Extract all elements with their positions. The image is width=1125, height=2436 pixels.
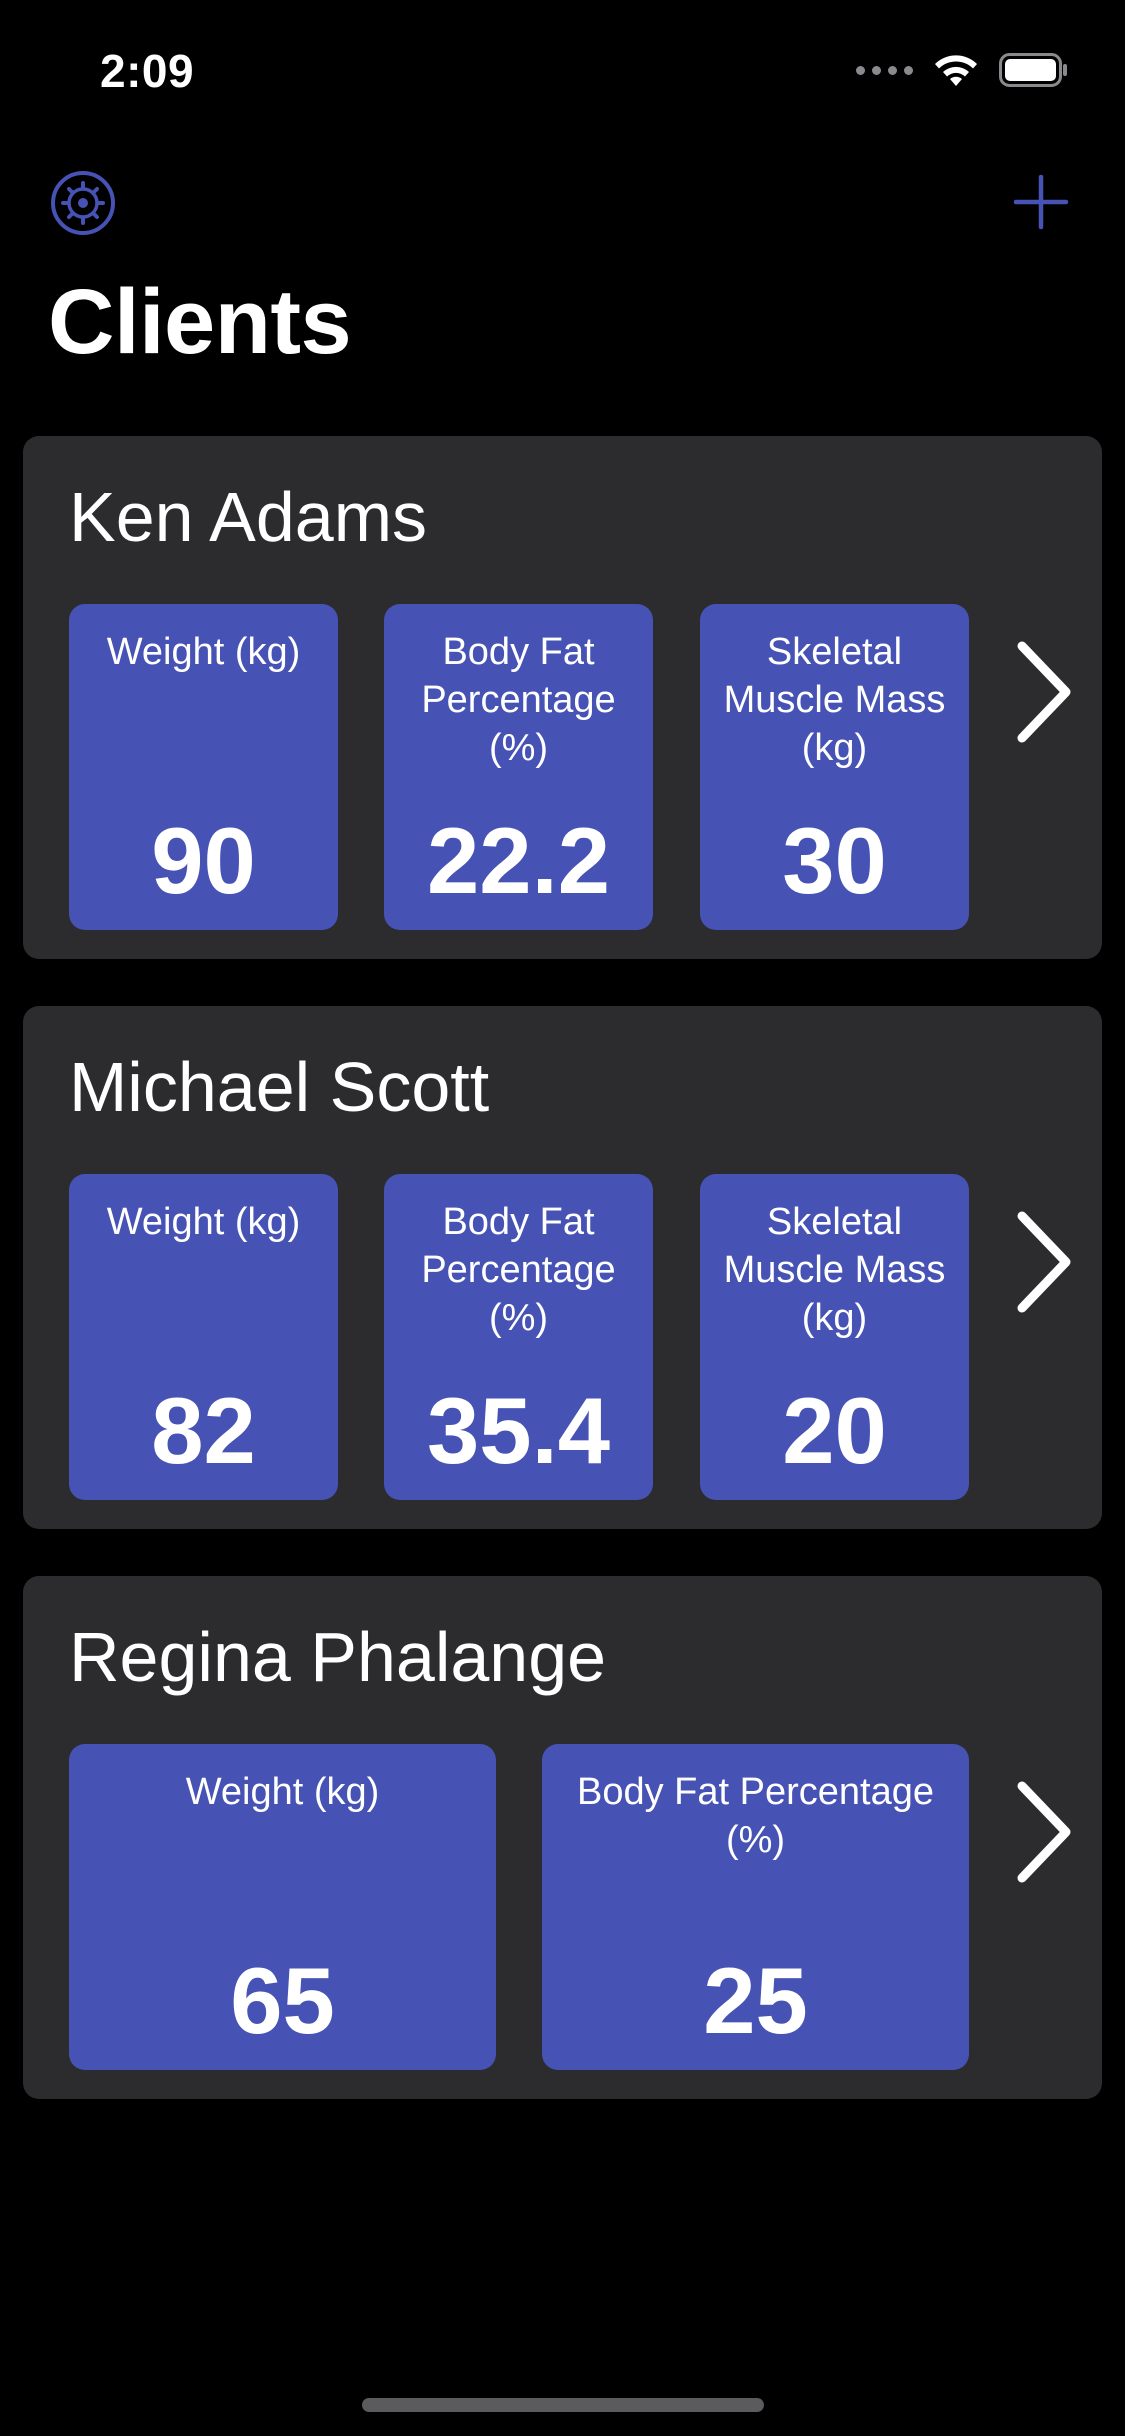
client-card-regina-phalange[interactable]: Regina Phalange Weight (kg) 65 Body Fat … — [23, 1576, 1102, 2099]
chevron-right-icon[interactable] — [1012, 1778, 1076, 1886]
metric-label: Weight (kg) — [185, 1771, 380, 1813]
client-name: Ken Adams — [69, 478, 427, 556]
metric-value: 90 — [151, 808, 256, 913]
client-name: Michael Scott — [69, 1048, 490, 1126]
metric-value: 30 — [782, 808, 887, 913]
add-client-button[interactable] — [1011, 172, 1071, 232]
client-card-ken-adams[interactable]: Ken Adams Weight (kg) 90 Body Fat Percen… — [23, 436, 1102, 959]
chevron-right-icon[interactable] — [1012, 1208, 1076, 1316]
wifi-icon — [931, 52, 981, 88]
metric-label: Skeletal Muscle Mass (kg) — [723, 1201, 946, 1339]
metric-label: Body Fat Percentage (%) — [421, 1201, 616, 1339]
metric-label: Skeletal Muscle Mass (kg) — [723, 631, 946, 769]
metric-label: Weight (kg) — [106, 631, 301, 673]
metric-value: 22.2 — [427, 808, 610, 913]
metric-label: Body Fat Percentage (%) — [577, 1771, 934, 1861]
metric-tile-body-fat: Body Fat Percentage (%) 25 — [542, 1744, 969, 2070]
metric-tile-weight: Weight (kg) 65 — [69, 1744, 496, 2070]
metric-label: Body Fat Percentage (%) — [421, 631, 616, 769]
metric-value: 20 — [782, 1378, 887, 1483]
chevron-right-icon[interactable] — [1012, 638, 1076, 746]
page-title: Clients — [48, 271, 352, 373]
metric-tile-weight: Weight (kg) 82 — [69, 1174, 338, 1500]
plus-icon — [1013, 174, 1069, 230]
metric-value: 65 — [230, 1948, 335, 2053]
status-bar: 2:09 — [0, 0, 1125, 130]
metric-value: 25 — [703, 1948, 808, 2053]
metric-tile-body-fat: Body Fat Percentage (%) 35.4 — [384, 1174, 653, 1500]
settings-button[interactable] — [50, 170, 116, 236]
clients-screen: 2:09 Clients Ken Adams Weight (kg) 90 Bo… — [0, 0, 1125, 2436]
metric-label: Weight (kg) — [106, 1201, 301, 1243]
status-indicators — [856, 52, 1069, 88]
signal-dots-icon — [856, 65, 913, 75]
metric-value: 35.4 — [427, 1378, 610, 1483]
gear-icon — [51, 171, 115, 235]
metric-tile-skeletal-muscle: Skeletal Muscle Mass (kg) 30 — [700, 604, 969, 930]
metric-value: 82 — [151, 1378, 256, 1483]
client-name: Regina Phalange — [69, 1618, 607, 1696]
home-indicator[interactable] — [362, 2398, 764, 2412]
status-time: 2:09 — [100, 45, 195, 97]
client-card-michael-scott[interactable]: Michael Scott Weight (kg) 82 Body Fat Pe… — [23, 1006, 1102, 1529]
metric-tile-weight: Weight (kg) 90 — [69, 604, 338, 930]
battery-icon — [999, 53, 1069, 87]
metric-tile-skeletal-muscle: Skeletal Muscle Mass (kg) 20 — [700, 1174, 969, 1500]
metric-tile-body-fat: Body Fat Percentage (%) 22.2 — [384, 604, 653, 930]
